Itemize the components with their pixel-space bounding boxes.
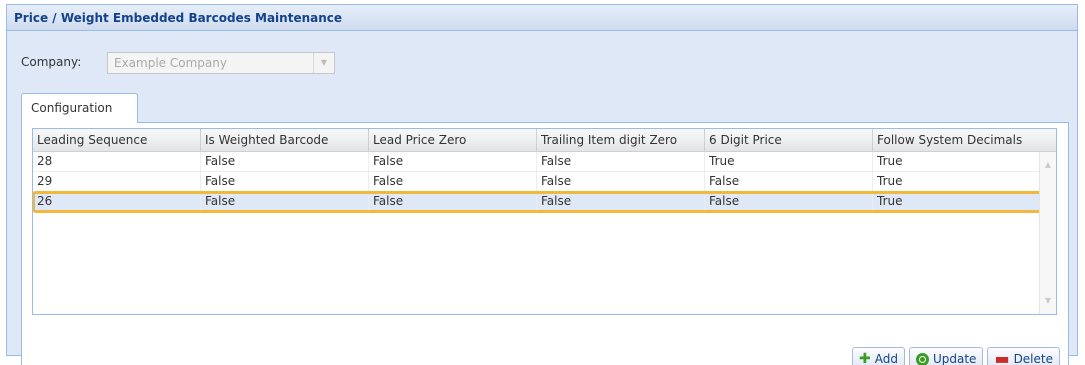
delete-button[interactable]: ▬ Delete [987,347,1060,365]
panel-body: Company: Example Company ▼ Configuration… [7,31,1077,365]
table-cell: False [201,172,369,192]
table-row[interactable]: 28 False False False True True [33,152,1056,172]
company-select[interactable]: Example Company ▼ [107,52,335,74]
table-cell: False [369,192,537,212]
table-cell: 28 [33,152,201,172]
table-cell: 29 [33,172,201,192]
minus-icon: ▬ [994,349,1010,365]
table-cell: False [705,192,873,212]
table-cell: 26 [33,192,201,212]
configuration-tab-body: Leading Sequence Is Weighted Barcode Lea… [21,122,1069,365]
update-button-label: Update [932,352,977,365]
company-value: Example Company [114,56,227,70]
table-cell: False [201,152,369,172]
table-cell: True [877,174,903,188]
table-row[interactable]: 29 False False False False True [33,172,1056,192]
column-header-lead-price-zero[interactable]: Lead Price Zero [369,129,537,152]
grid-toolbar: ✚ Add Update ▬ Delete [852,347,1060,365]
column-header-6-digit-price[interactable]: 6 Digit Price [705,129,873,152]
grid-scrollbar[interactable]: ▲ ▼ [1039,152,1056,314]
chevron-down-icon[interactable]: ▼ [313,53,334,73]
add-button[interactable]: ✚ Add [852,347,905,365]
table-cell: False [705,172,873,192]
plus-icon: ✚ [859,351,871,365]
add-button-label: Add [874,352,898,365]
column-header-follow-system-decimals[interactable]: Follow System Decimals [873,129,1041,152]
tab-configuration[interactable]: Configuration [21,93,138,123]
company-label: Company: [21,55,82,69]
grid-header: Leading Sequence Is Weighted Barcode Lea… [33,129,1056,152]
column-header-trailing-item-digit-zero[interactable]: Trailing Item digit Zero [537,129,705,152]
scroll-down-icon[interactable]: ▼ [1040,294,1056,308]
table-cell: True [877,194,903,208]
table-cell: False [201,192,369,212]
table-cell: True [705,152,873,172]
refresh-icon [915,352,929,365]
column-header-leading-sequence[interactable]: Leading Sequence [33,129,201,152]
table-cell: True [877,154,903,168]
barcodes-grid: Leading Sequence Is Weighted Barcode Lea… [32,128,1057,315]
barcodes-maintenance-panel: Price / Weight Embedded Barcodes Mainten… [6,4,1078,365]
update-button[interactable]: Update [908,347,984,365]
table-cell: False [537,172,705,192]
column-header-is-weighted-barcode[interactable]: Is Weighted Barcode [201,129,369,152]
panel-title: Price / Weight Embedded Barcodes Mainten… [7,5,1077,31]
scroll-up-icon[interactable]: ▲ [1040,158,1056,172]
delete-button-label: Delete [1013,352,1053,365]
table-cell: False [537,192,705,212]
table-cell: False [537,152,705,172]
table-cell: False [369,172,537,192]
table-row-selected[interactable]: 26 False False False False True [33,191,1056,213]
table-cell: False [369,152,537,172]
